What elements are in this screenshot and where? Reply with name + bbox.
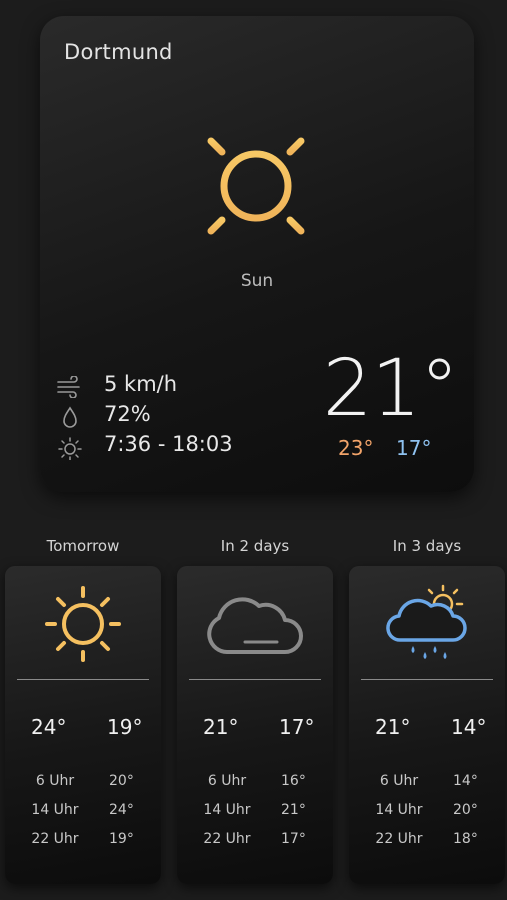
hour-label: 6 Uhr [379,773,419,789]
forecast-label-tomorrow: Tomorrow [46,537,120,555]
hourly-row: 22 Uhr 18° [349,831,505,853]
forecast-low: 19° [107,715,143,739]
rain-sun-cloud-icon [386,584,467,659]
wind-speed: 5 km/h [104,372,178,396]
hour-label: 14 Uhr [375,802,423,818]
hourly-row: 22 Uhr 19° [5,831,161,853]
droplet-icon [63,406,77,428]
forecast-high: 21° [203,715,239,739]
hour-temp: 16° [281,773,306,789]
hour-label: 22 Uhr [375,831,423,847]
forecast-low: 17° [279,715,315,739]
hourly-row: 22 Uhr 17° [177,831,333,853]
forecast-label-in-2-days: In 2 days [220,537,290,555]
high-temperature: 23° [338,436,374,460]
hour-temp: 17° [281,831,306,847]
forecast-card-tomorrow[interactable]: 24° 19° 6 Uhr 20° 14 Uhr 24° 22 Uhr 19° [5,566,161,884]
forecast-label-in-3-days: In 3 days [392,537,462,555]
hour-temp: 24° [109,802,134,818]
divider [189,679,321,680]
hourly-row: 14 Uhr 24° [5,802,161,824]
current-weather-card[interactable]: Dortmund Sun 5 km/h 72% 7:36 - 18:03 21°… [40,16,474,492]
sun-icon [188,118,324,254]
sun-small-icon [58,437,82,460]
hour-temp: 18° [453,831,478,847]
sun-icon [45,586,121,662]
hour-label: 14 Uhr [31,802,79,818]
hour-label: 14 Uhr [203,802,251,818]
forecast-card-in-2-days[interactable]: 21° 17° 6 Uhr 16° 14 Uhr 21° 22 Uhr 17° [177,566,333,884]
hourly-row: 6 Uhr 16° [177,773,333,795]
hour-label: 22 Uhr [203,831,251,847]
forecast-card-in-3-days[interactable]: 21° 14° 6 Uhr 14° 14 Uhr 20° 22 Uhr 18° [349,566,505,884]
hour-temp: 20° [453,802,478,818]
hour-temp: 14° [453,773,478,789]
divider [17,679,149,680]
hourly-row: 6 Uhr 20° [5,773,161,795]
condition-label: Sun [240,271,274,291]
humidity-value: 72% [104,402,151,426]
humidity-row: 72% [56,402,276,432]
city-name: Dortmund [64,40,173,64]
forecast-low: 14° [451,715,487,739]
hourly-row: 14 Uhr 20° [349,802,505,824]
hour-label: 6 Uhr [207,773,247,789]
forecast-high: 21° [375,715,411,739]
weather-details: 5 km/h 72% 7:36 - 18:03 [56,372,276,462]
hourly-row: 14 Uhr 21° [177,802,333,824]
wind-row: 5 km/h [56,372,276,402]
hour-temp: 19° [109,831,134,847]
sun-times: 7:36 - 18:03 [104,432,233,456]
forecast-high: 24° [31,715,67,739]
hourly-row: 6 Uhr 14° [349,773,505,795]
wind-icon [57,376,80,398]
hour-label: 6 Uhr [35,773,75,789]
divider [361,679,493,680]
hour-temp: 21° [281,802,306,818]
hour-temp: 20° [109,773,134,789]
low-temperature: 17° [396,436,432,460]
current-temperature: 21° [322,344,459,434]
cloud-icon [207,597,303,654]
hour-label: 22 Uhr [31,831,79,847]
sunrise-sunset-row: 7:36 - 18:03 [56,432,276,462]
